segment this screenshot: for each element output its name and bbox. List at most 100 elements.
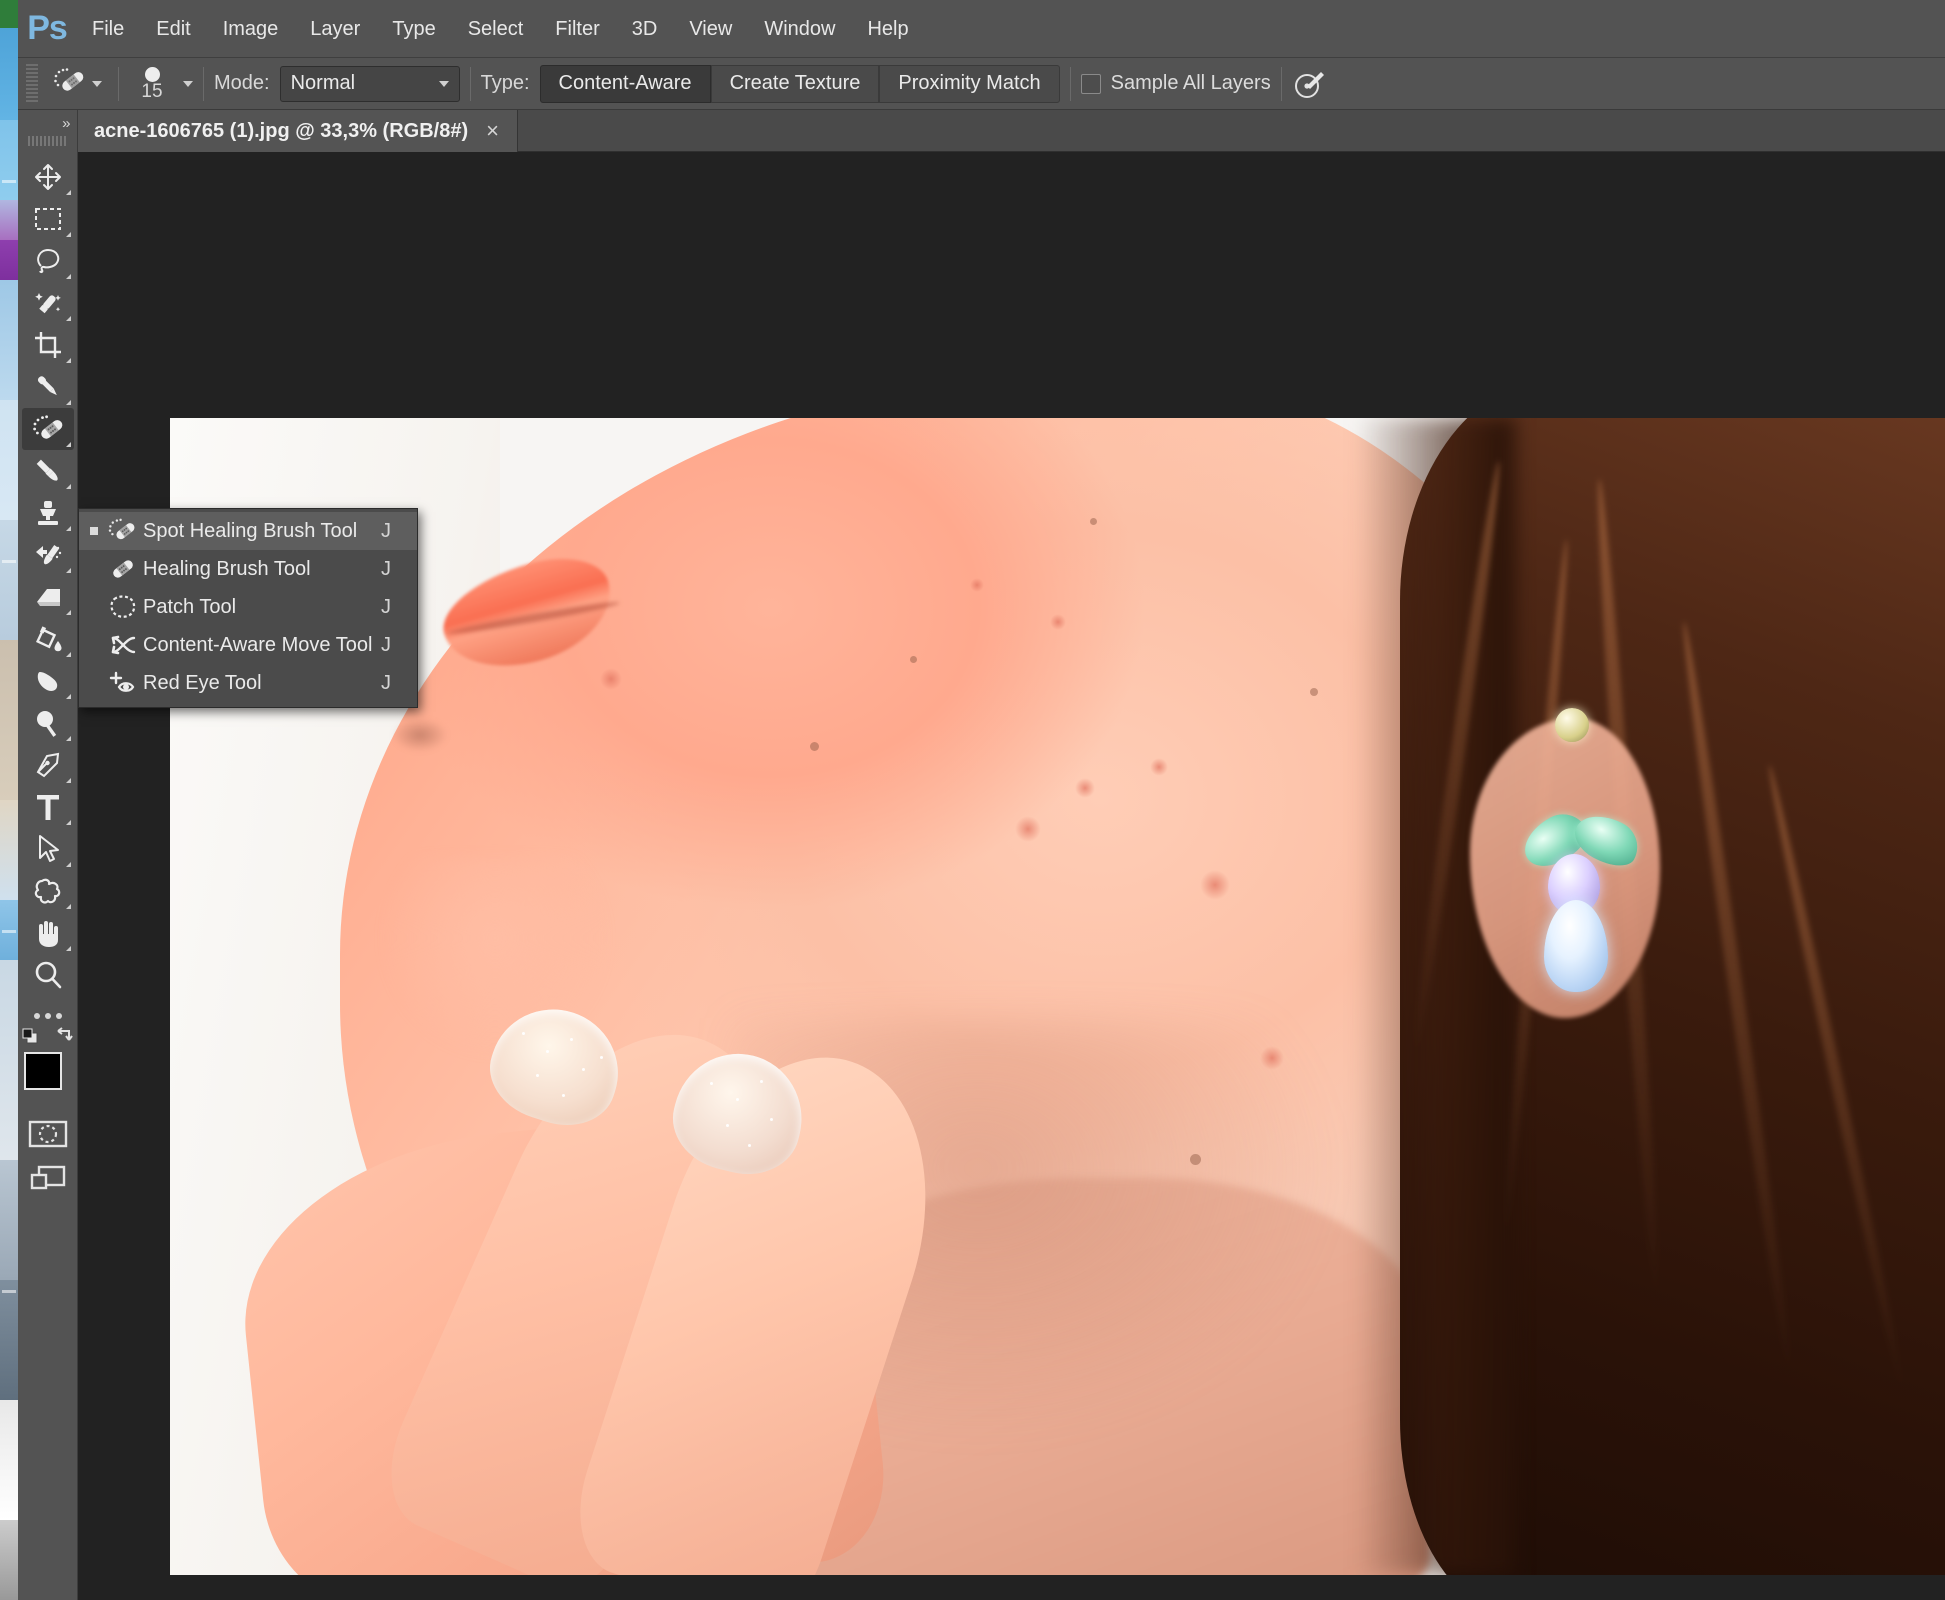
sample-all-layers-label: Sample All Layers (1110, 72, 1271, 94)
brush-size-chevron-down-icon[interactable] (183, 80, 193, 87)
flyout-item-content-aware-move-tool[interactable]: Content-Aware Move Tool J (79, 626, 417, 664)
mode-chevron-down-icon (438, 80, 449, 87)
flyout-label: Healing Brush Tool (143, 557, 311, 580)
menu-bar: Ps File Edit Image Layer Type Select Fil… (18, 0, 1945, 58)
photoshop-logo: Ps (27, 9, 68, 47)
options-separator-3 (469, 66, 471, 101)
lasso-tool[interactable] (22, 240, 74, 282)
rectangular-marquee-tool[interactable] (22, 198, 74, 240)
flyout-label: Spot Healing Brush Tool (143, 519, 358, 542)
crop-tool[interactable] (22, 324, 74, 366)
photo-earring-stud (1555, 708, 1589, 742)
photo-hair-edge-shadow (1355, 418, 1515, 1575)
custom-shape-tool[interactable] (22, 870, 74, 912)
flyout-label: Content-Aware Move Tool (143, 633, 373, 656)
gradient-tool[interactable] (22, 618, 74, 660)
menu-file[interactable]: File (76, 0, 140, 58)
selected-marker-icon (85, 527, 103, 535)
eyedropper-tool[interactable] (22, 366, 74, 408)
menu-help[interactable]: Help (851, 0, 924, 58)
content-aware-move-icon (103, 632, 143, 658)
type-label: Type: (480, 72, 530, 94)
quick-mask-mode-icon[interactable] (22, 1112, 74, 1156)
healing-brush-icon (103, 556, 143, 582)
brush-tool[interactable] (22, 450, 74, 492)
document-tab-bar: acne-1606765 (1).jpg @ 33,3% (RGB/8#) × (78, 110, 1945, 152)
menu-3d[interactable]: 3D (616, 0, 674, 58)
zoom-tool[interactable] (22, 954, 74, 996)
background-desktop-sliver (0, 0, 18, 1600)
move-tool[interactable] (22, 156, 74, 198)
canvas-area[interactable]: Spot Healing Brush Tool J Healing Brush … (78, 152, 1945, 1600)
type-proximity-match-button[interactable]: Proximity Match (879, 64, 1060, 103)
pen-tool[interactable] (22, 744, 74, 786)
flyout-item-red-eye-tool[interactable]: Red Eye Tool J (79, 664, 417, 702)
brush-tip-preview-icon (144, 66, 160, 82)
dodge-tool[interactable] (22, 702, 74, 744)
default-colors-icon[interactable] (22, 1028, 38, 1044)
options-separator-4 (1069, 66, 1071, 101)
red-eye-icon (103, 670, 143, 696)
quick-selection-tool[interactable] (22, 282, 74, 324)
type-create-texture-button[interactable]: Create Texture (710, 64, 880, 103)
spot-healing-brush-icon (52, 66, 86, 101)
patch-icon (103, 594, 143, 620)
pressure-for-size-icon[interactable] (1292, 67, 1326, 101)
options-separator-5 (1280, 66, 1282, 101)
type-tool[interactable] (22, 786, 74, 828)
history-brush-tool[interactable] (22, 534, 74, 576)
mode-label: Mode: (214, 72, 270, 94)
menu-select[interactable]: Select (452, 0, 540, 58)
brush-size-picker[interactable]: 15 (129, 61, 175, 107)
flyout-label: Patch Tool (143, 595, 237, 618)
options-separator-1 (118, 66, 119, 101)
screen-mode-icon[interactable] (22, 1156, 74, 1200)
sample-all-layers-box-icon[interactable] (1080, 73, 1101, 94)
brush-size-value: 15 (141, 80, 163, 102)
sample-all-layers-checkbox[interactable]: Sample All Layers (1080, 72, 1271, 95)
menu-type[interactable]: Type (376, 0, 451, 58)
mode-select[interactable]: Normal (279, 65, 460, 102)
hand-tool[interactable] (22, 912, 74, 954)
tools-panel-grip[interactable] (27, 136, 68, 146)
tool-flyout-menu: Spot Healing Brush Tool J Healing Brush … (78, 508, 418, 708)
type-button-group: Content-Aware Create Texture Proximity M… (539, 64, 1060, 103)
menu-view[interactable]: View (673, 0, 748, 58)
tools-panel: » (18, 110, 84, 1600)
flyout-shortcut: J (381, 633, 391, 656)
options-bar-grip[interactable] (26, 63, 38, 104)
flyout-item-spot-healing-brush-tool[interactable]: Spot Healing Brush Tool J (79, 512, 417, 550)
current-tool-preset-picker[interactable] (46, 63, 108, 105)
photo-chin-crease (392, 718, 448, 752)
menu-layer[interactable]: Layer (294, 0, 376, 58)
mode-value: Normal (290, 72, 356, 94)
spot-healing-brush-icon (103, 518, 143, 544)
options-bar: 15 Mode: Normal Type: Content-Aware Crea… (18, 58, 1945, 110)
menu-edit[interactable]: Edit (140, 0, 206, 58)
blur-tool[interactable] (22, 660, 74, 702)
menu-window[interactable]: Window (748, 0, 851, 58)
options-separator-2 (203, 66, 204, 101)
swap-colors-icon[interactable] (56, 1026, 74, 1044)
menu-filter[interactable]: Filter (539, 0, 615, 58)
tool-preset-chevron-down-icon[interactable] (92, 80, 102, 87)
document-tab-title: acne-1606765 (1).jpg @ 33,3% (RGB/8#) (94, 119, 469, 142)
menu-image[interactable]: Image (207, 0, 295, 58)
spot-healing-brush-tool[interactable] (21, 408, 74, 450)
flyout-shortcut: J (381, 595, 391, 618)
flyout-item-healing-brush-tool[interactable]: Healing Brush Tool J (79, 550, 417, 588)
document-tab[interactable]: acne-1606765 (1).jpg @ 33,3% (RGB/8#) × (78, 110, 518, 152)
type-content-aware-button[interactable]: Content-Aware (539, 64, 711, 103)
flyout-shortcut: J (381, 557, 391, 580)
foreground-color-swatch[interactable] (23, 1052, 62, 1090)
document-image[interactable] (170, 418, 1945, 1575)
close-icon[interactable]: × (486, 120, 499, 142)
path-selection-tool[interactable] (22, 828, 74, 870)
flyout-item-patch-tool[interactable]: Patch Tool J (79, 588, 417, 626)
flyout-shortcut: J (381, 519, 391, 542)
clone-stamp-tool[interactable] (22, 492, 74, 534)
photoshop-window: Ps File Edit Image Layer Type Select Fil… (0, 0, 1945, 1600)
flyout-label: Red Eye Tool (143, 671, 262, 694)
expand-toolbar-button[interactable]: » (18, 110, 78, 136)
eraser-tool[interactable] (22, 576, 74, 618)
